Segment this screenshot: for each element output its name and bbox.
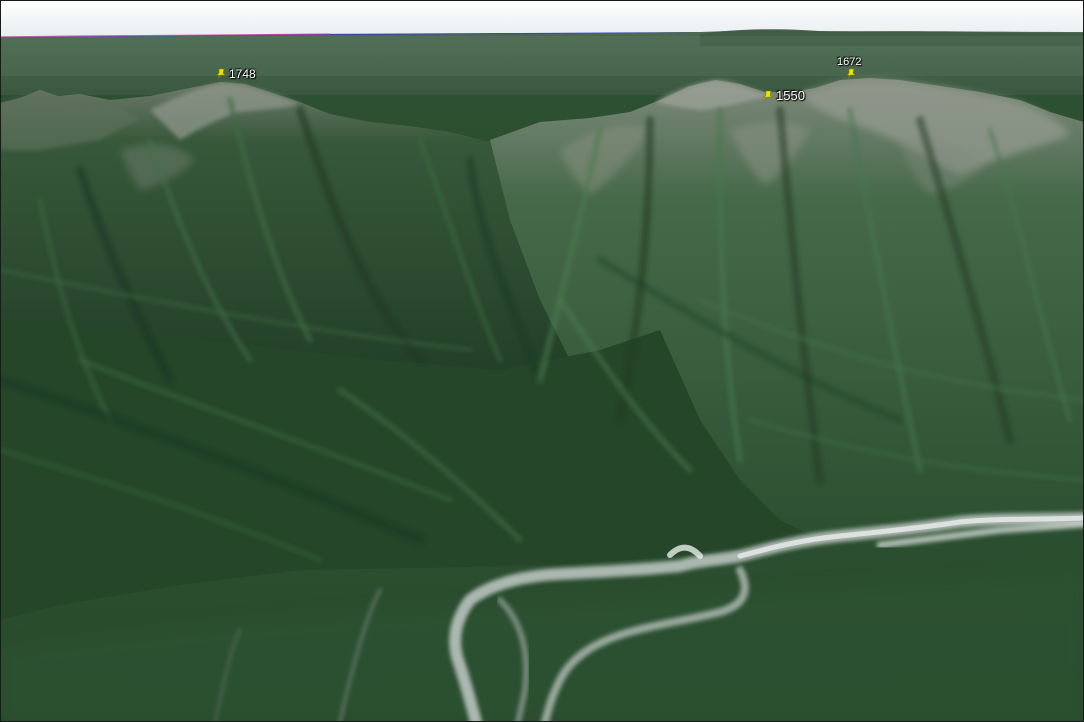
yellow-pushpin-icon xyxy=(763,90,773,102)
placemark-label: 1748 xyxy=(229,67,256,81)
placemark-1672[interactable]: 1672 xyxy=(836,56,861,80)
horizon-haze xyxy=(0,36,1084,76)
placemark-label: 1550 xyxy=(776,88,805,103)
map-viewport[interactable]: 1748 1550 1672 xyxy=(0,0,1084,722)
placemark-label: 1672 xyxy=(837,56,862,68)
placemark-1550[interactable]: 1550 xyxy=(763,88,805,103)
yellow-pushpin-icon xyxy=(846,68,856,80)
placemark-1748[interactable]: 1748 xyxy=(216,68,256,80)
yellow-pushpin-icon xyxy=(216,68,226,80)
terrain-view[interactable] xyxy=(0,0,1084,722)
